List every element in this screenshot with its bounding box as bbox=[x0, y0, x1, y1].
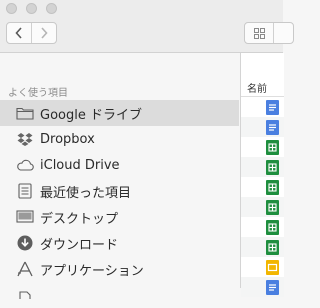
download-icon bbox=[15, 233, 35, 253]
file-row[interactable] bbox=[241, 97, 284, 117]
sidebar-item-desktop[interactable]: デスクトップ bbox=[0, 204, 239, 230]
file-row[interactable] bbox=[241, 237, 284, 257]
file-row[interactable] bbox=[241, 137, 284, 157]
file-row[interactable] bbox=[241, 117, 284, 137]
sidebar-item-label: デスクトップ bbox=[40, 211, 119, 227]
google-docs-icon bbox=[266, 100, 279, 115]
view-mode-buttons bbox=[244, 22, 294, 44]
close-window-button[interactable] bbox=[6, 3, 17, 14]
sidebar-item-more[interactable] bbox=[0, 282, 239, 308]
sidebar-item-label: 最近使った項目 bbox=[40, 185, 132, 201]
file-row[interactable] bbox=[241, 197, 284, 217]
grid-icon bbox=[253, 27, 265, 39]
google-sheets-icon bbox=[266, 240, 279, 255]
google-sheets-icon bbox=[266, 200, 279, 215]
sidebar-item-label: iCloud Drive bbox=[40, 157, 120, 173]
sidebar-item-recents[interactable]: 最近使った項目 bbox=[0, 178, 239, 204]
minimize-window-button[interactable] bbox=[26, 3, 37, 14]
google-docs-icon bbox=[266, 120, 279, 135]
google-sheets-icon bbox=[266, 180, 279, 195]
sidebar-item-label: ダウンロード bbox=[40, 237, 119, 253]
google-sheets-icon bbox=[266, 220, 279, 235]
dropbox-icon bbox=[15, 129, 35, 149]
zoom-window-button[interactable] bbox=[46, 3, 57, 14]
window-toolbar bbox=[0, 0, 294, 53]
sidebar-item-label: Dropbox bbox=[40, 131, 95, 147]
google-slides-icon bbox=[266, 260, 279, 275]
sidebar-item-dropbox[interactable]: Dropbox bbox=[0, 126, 239, 152]
sidebar-item-label: アプリケーション bbox=[40, 263, 144, 279]
file-row[interactable] bbox=[241, 157, 284, 177]
name-column-header[interactable]: 名前 bbox=[241, 77, 284, 97]
sidebar: よく使う項目 Google ドライブ Dropbox iCloud Drive bbox=[0, 53, 239, 299]
back-button[interactable] bbox=[7, 23, 31, 43]
navigation-buttons bbox=[6, 22, 57, 44]
sidebar-item-downloads[interactable]: ダウンロード bbox=[0, 230, 239, 256]
document-icon bbox=[15, 285, 35, 305]
google-sheets-icon bbox=[266, 160, 279, 175]
chevron-right-icon bbox=[41, 27, 48, 39]
folder-icon bbox=[15, 103, 35, 123]
file-row[interactable] bbox=[241, 177, 284, 197]
file-row[interactable] bbox=[241, 257, 284, 277]
sidebar-item-applications[interactable]: アプリケーション bbox=[0, 256, 239, 282]
name-column-label: 名前 bbox=[247, 84, 267, 95]
icon-view-button[interactable] bbox=[245, 23, 274, 43]
favorites-section-title: よく使う項目 bbox=[8, 88, 68, 99]
applications-icon bbox=[15, 259, 35, 279]
file-list-pane: 名前 bbox=[240, 53, 284, 297]
file-row[interactable] bbox=[241, 217, 284, 237]
sidebar-item-icloud-drive[interactable]: iCloud Drive bbox=[0, 152, 239, 178]
file-row[interactable] bbox=[241, 277, 284, 297]
cloud-icon bbox=[15, 155, 35, 175]
chevron-left-icon bbox=[15, 27, 22, 39]
google-sheets-icon bbox=[266, 140, 279, 155]
sidebar-item-google-drive[interactable]: Google ドライブ bbox=[0, 100, 239, 126]
sidebar-item-label: Google ドライブ bbox=[40, 107, 142, 123]
desktop-icon bbox=[15, 207, 35, 227]
recents-icon bbox=[15, 181, 35, 201]
forward-button[interactable] bbox=[31, 23, 56, 43]
